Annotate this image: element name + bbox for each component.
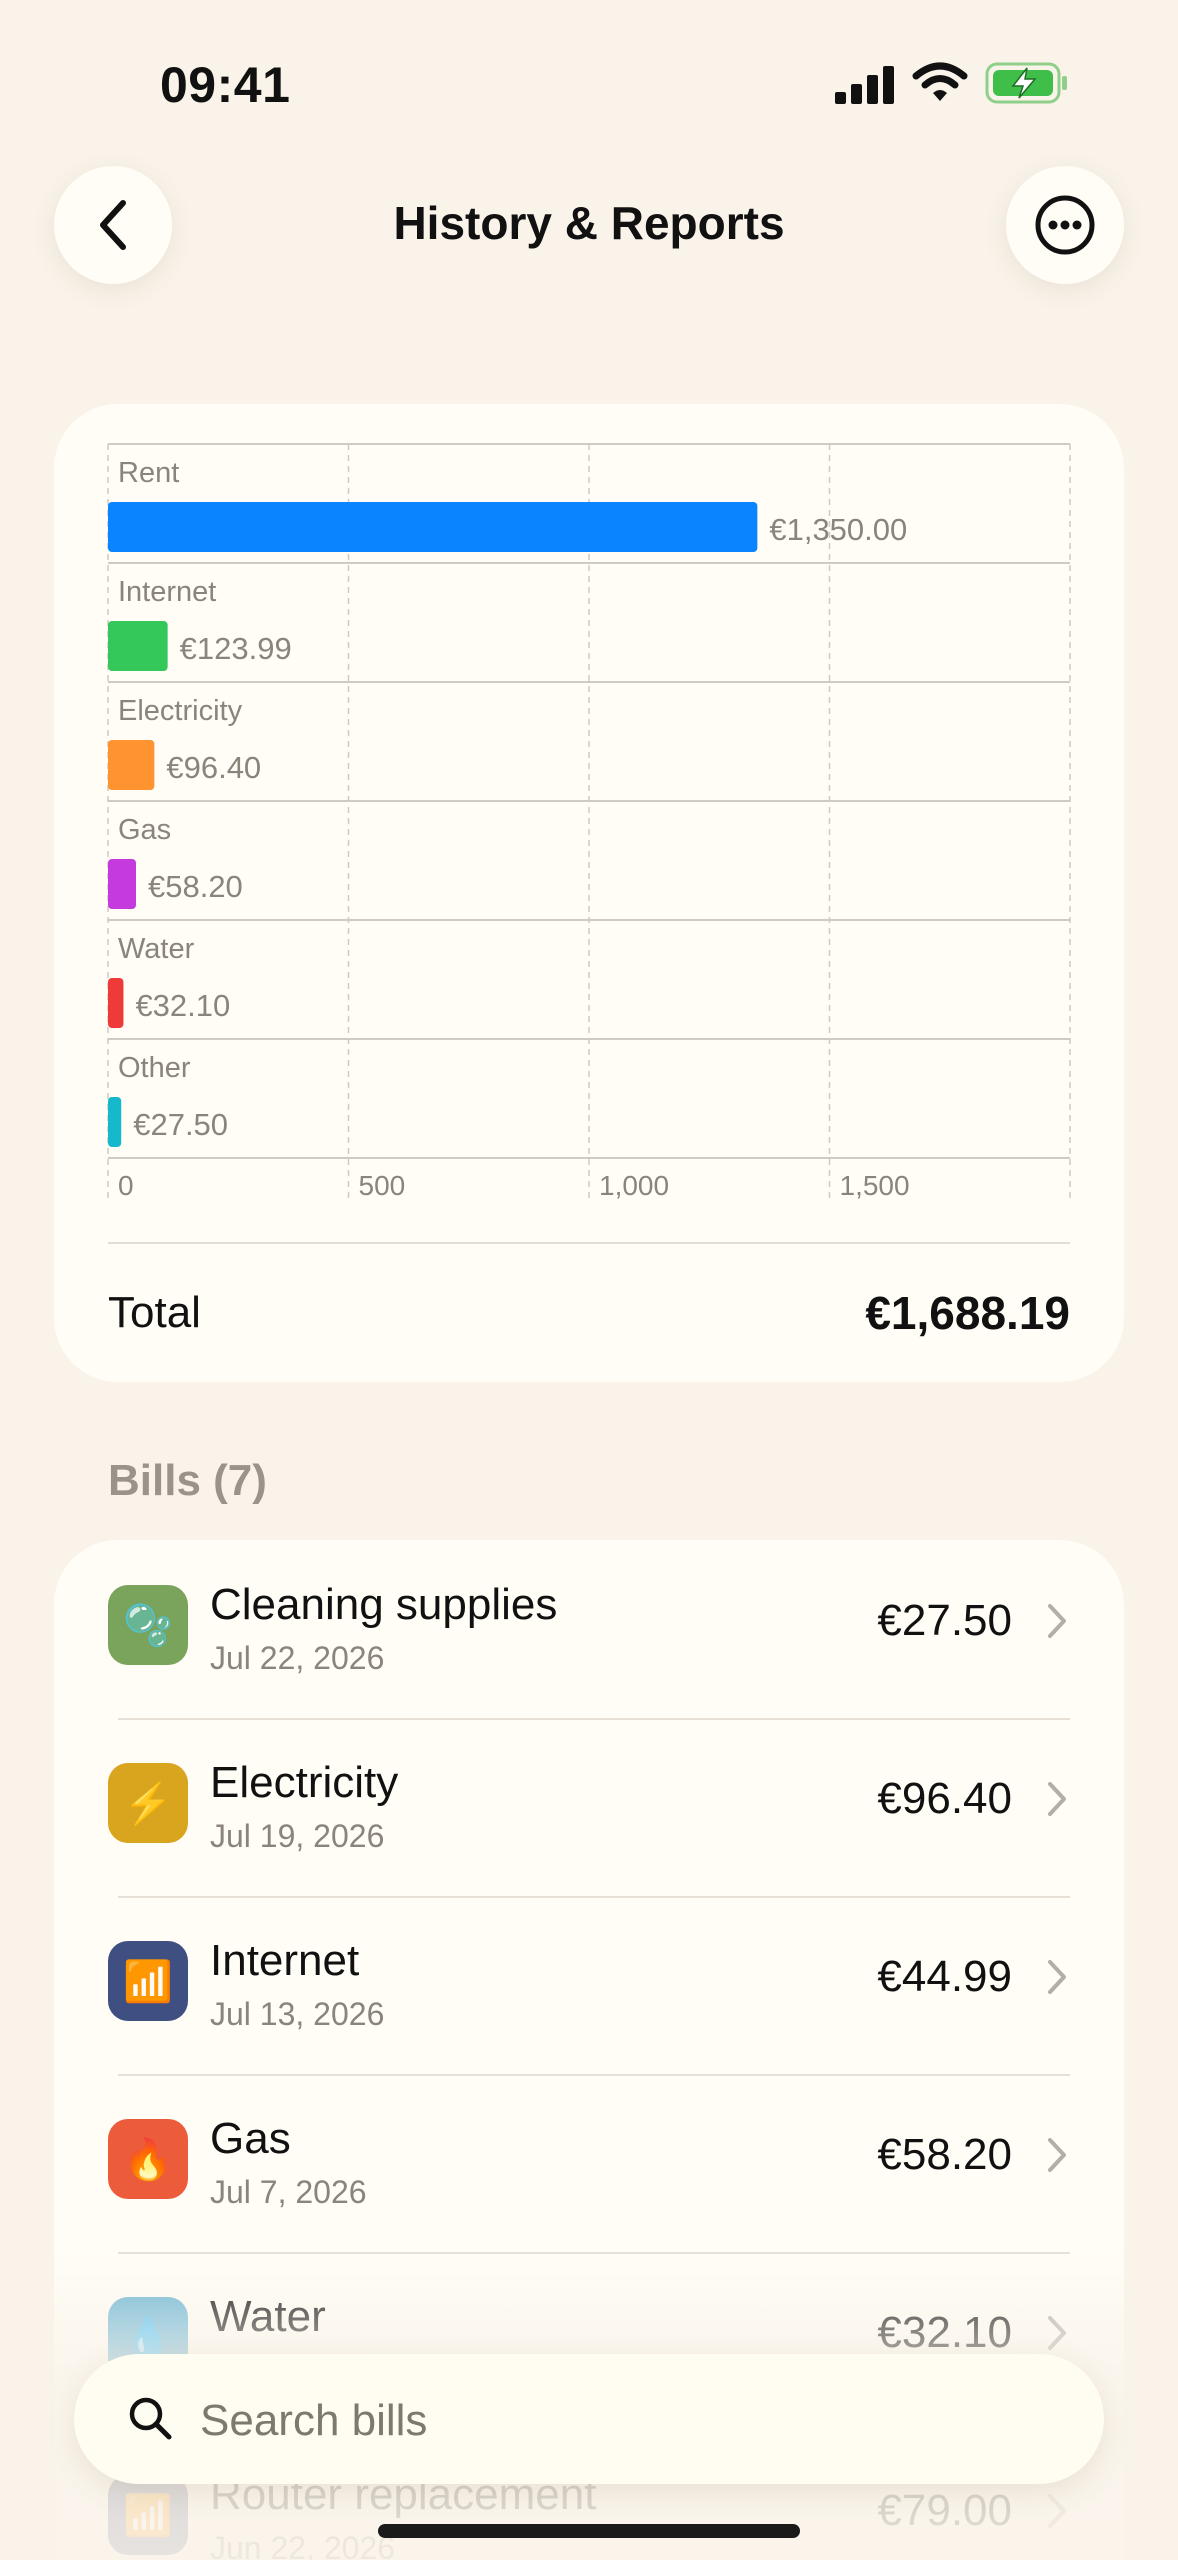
data-label: €32.10: [135, 988, 230, 1023]
data-label: €58.20: [148, 869, 243, 904]
category-label: Water: [118, 933, 195, 965]
category-bar-chart: Rent €1,350.00 Internet €123.99 Electricity €…: [107, 443, 1071, 1201]
bill-name: Gas: [210, 2114, 291, 2163]
cellular-signal-icon: [835, 66, 894, 104]
bill-amount: €96.40: [877, 1774, 1012, 1823]
bar: [108, 502, 758, 552]
chevron-right-icon: [1048, 1960, 1066, 1994]
bill-date: Jul 7, 2026: [210, 2174, 367, 2210]
bill-date: Jul 19, 2026: [210, 1818, 385, 1854]
spending-chart-card: Rent €1,350.00 Internet €123.99 Electricity €…: [54, 404, 1124, 1382]
category-label: Electricity: [118, 695, 243, 727]
x-tick-label: 0: [118, 1170, 134, 1201]
flame-icon: 🔥: [108, 2119, 188, 2199]
more-options-button[interactable]: [1006, 166, 1124, 284]
ellipsis-circle-icon: [1035, 195, 1095, 255]
data-label: €96.40: [166, 750, 261, 785]
lightning-icon: ⚡: [108, 1763, 188, 1843]
chevron-right-icon: [1048, 2138, 1066, 2172]
bill-date: Jul 13, 2026: [210, 1996, 385, 2032]
bill-amount: €58.20: [877, 2130, 1012, 2179]
divider: [108, 1242, 1070, 1244]
chevron-right-icon: [1048, 1782, 1066, 1816]
data-label: €123.99: [180, 631, 292, 666]
x-tick-label: 1,500: [840, 1170, 910, 1201]
search-input[interactable]: Search bills: [200, 2396, 427, 2446]
category-label: Other: [118, 1052, 191, 1084]
category-label: Internet: [118, 576, 216, 608]
bill-row[interactable]: ⚡ Electricity Jul 19, 2026 €96.40: [54, 1718, 1124, 1896]
wifi-icon: [912, 62, 968, 101]
page-title: History & Reports: [393, 197, 785, 249]
bar: [108, 1097, 122, 1147]
x-tick-label: 1,000: [599, 1170, 669, 1201]
bill-row[interactable]: 🫧 Cleaning supplies Jul 22, 2026 €27.50: [54, 1540, 1124, 1718]
category-label: Rent: [118, 457, 179, 489]
data-label: €27.50: [133, 1107, 228, 1142]
data-label: €1,350.00: [769, 512, 907, 547]
bar: [108, 978, 124, 1028]
bar: [108, 859, 136, 909]
bills-section-header: Bills (7): [108, 1456, 267, 1505]
bill-date: Jul 22, 2026: [210, 1640, 385, 1676]
bill-name: Internet: [210, 1936, 360, 1985]
x-tick-label: 500: [359, 1170, 406, 1201]
battery-charging-icon: [985, 62, 1067, 104]
total-value: €1,688.19: [865, 1287, 1070, 1339]
bill-amount: €44.99: [877, 1952, 1012, 2001]
chevron-right-icon: [1048, 1604, 1066, 1638]
bill-row[interactable]: 📶 Internet Jul 13, 2026 €44.99: [54, 1896, 1124, 2074]
status-bar: 09:41: [0, 0, 1178, 150]
bill-amount: €27.50: [877, 1596, 1012, 1645]
status-time: 09:41: [160, 57, 291, 113]
bill-row[interactable]: 🔥 Gas Jul 7, 2026 €58.20: [54, 2074, 1124, 2252]
bar: [108, 740, 155, 790]
search-icon: [129, 2397, 172, 2440]
signal-bars-icon: 📶: [108, 1941, 188, 2021]
bill-name: Cleaning supplies: [210, 1580, 558, 1629]
home-indicator: [378, 2524, 800, 2538]
category-label: Gas: [118, 814, 171, 846]
total-label: Total: [108, 1288, 201, 1337]
bar: [108, 621, 168, 671]
search-bar[interactable]: Search bills: [74, 2354, 1104, 2484]
bill-name: Electricity: [210, 1758, 399, 1807]
soap-icon: 🫧: [108, 1585, 188, 1665]
